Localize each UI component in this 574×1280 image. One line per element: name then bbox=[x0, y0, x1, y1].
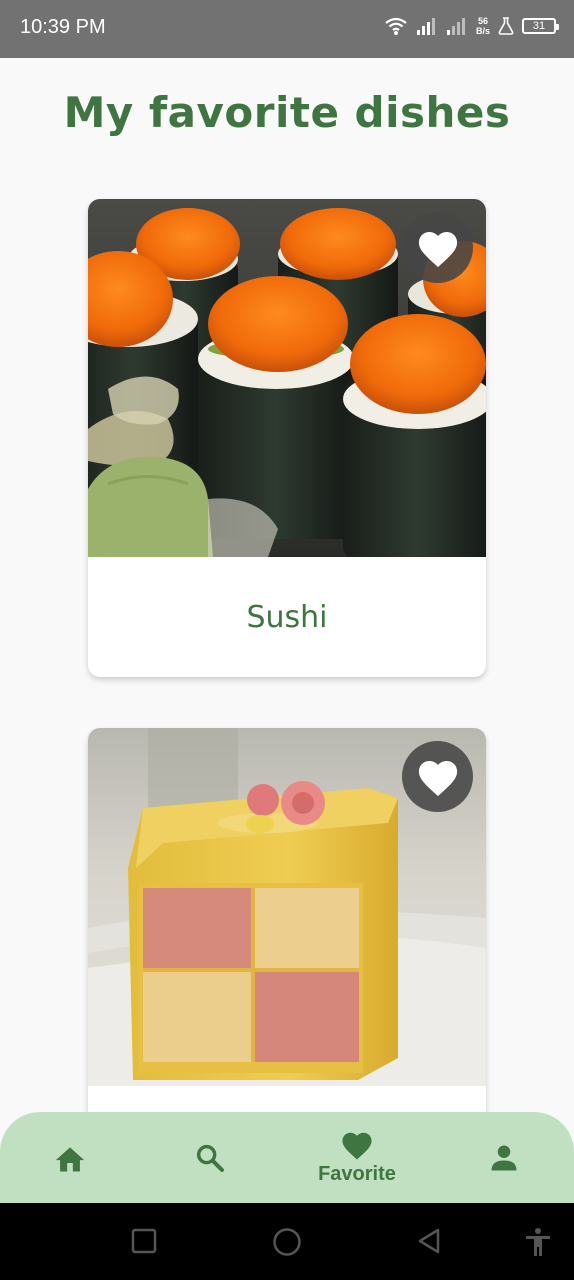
network-speed: 56 B/s bbox=[476, 16, 490, 36]
nav-item-search[interactable] bbox=[180, 1112, 240, 1203]
network-speed-unit: B/s bbox=[475, 26, 490, 36]
bottom-navigation: Favorite bbox=[0, 1112, 574, 1203]
dish-name: Sushi bbox=[246, 599, 328, 635]
flask-icon bbox=[498, 17, 514, 35]
nav-item-home[interactable] bbox=[40, 1112, 100, 1203]
nav-label-favorite: Favorite bbox=[318, 1163, 396, 1185]
battery-icon: 31 bbox=[522, 18, 559, 34]
home-icon bbox=[55, 1146, 85, 1171]
nav-item-profile[interactable] bbox=[474, 1112, 534, 1203]
dish-image bbox=[88, 199, 486, 557]
status-icons: 56 B/s 31 bbox=[384, 16, 559, 36]
status-time: 10:39 PM bbox=[20, 16, 106, 38]
heart-icon bbox=[418, 231, 457, 267]
favorite-button[interactable] bbox=[402, 741, 473, 812]
favorite-button[interactable] bbox=[402, 212, 473, 283]
search-icon bbox=[196, 1144, 224, 1172]
battery-level: 31 bbox=[532, 20, 546, 32]
dish-image bbox=[88, 728, 486, 1086]
heart-icon bbox=[418, 760, 457, 796]
status-bar: 10:39 PM 56 B/s 31 bbox=[0, 0, 574, 58]
person-icon bbox=[491, 1145, 517, 1170]
heart-icon bbox=[342, 1132, 372, 1160]
signal-icon bbox=[446, 18, 465, 35]
nav-item-favorite[interactable]: Favorite bbox=[302, 1112, 412, 1203]
accessibility-button[interactable] bbox=[524, 1227, 552, 1257]
back-button[interactable] bbox=[416, 1227, 444, 1255]
home-button[interactable] bbox=[272, 1227, 302, 1257]
wifi-icon bbox=[385, 17, 407, 35]
dish-card[interactable]: Sushi bbox=[88, 199, 486, 677]
system-navigation-bar bbox=[0, 1203, 574, 1280]
signal-icon bbox=[416, 18, 435, 35]
network-speed-value: 56 bbox=[477, 16, 488, 26]
recents-button[interactable] bbox=[130, 1227, 158, 1255]
page-title: My favorite dishes bbox=[63, 88, 511, 137]
